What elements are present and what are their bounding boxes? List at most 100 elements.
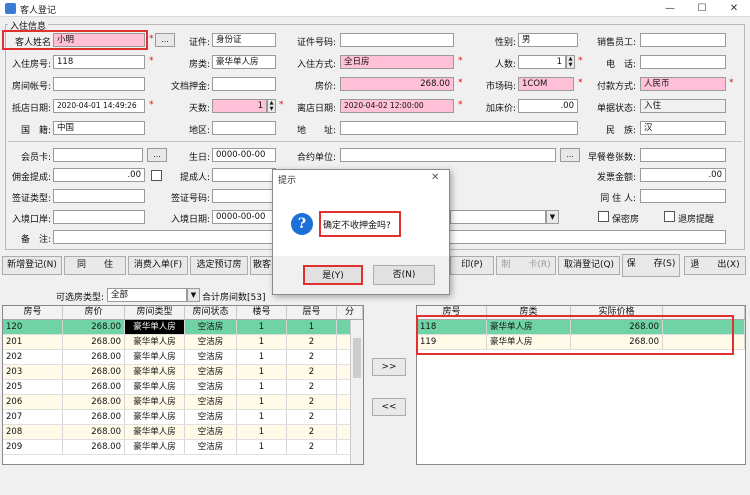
required-mark: *: [729, 78, 734, 88]
entry-port-input[interactable]: [53, 210, 145, 224]
cell-building: 1: [237, 380, 287, 394]
close-button[interactable]: ✕: [718, 1, 750, 16]
id-number-input[interactable]: [340, 33, 454, 47]
table-row[interactable]: 208 268.00 豪华单人房 空洁房 1 2: [3, 425, 363, 440]
col-room-no[interactable]: 房号: [3, 306, 63, 319]
minimize-button[interactable]: —: [654, 1, 686, 16]
consume-button[interactable]: 消费入单(F): [128, 256, 188, 275]
people-spinner[interactable]: ▲ ▼: [566, 55, 575, 69]
contract-unit-input[interactable]: [340, 148, 556, 162]
same-room-button[interactable]: 同 住: [64, 256, 126, 275]
form-divider: [8, 141, 742, 142]
chevron-down-icon[interactable]: ▼: [187, 288, 200, 302]
cell-room-type: 豪华单人房: [125, 380, 185, 394]
combo-input[interactable]: [450, 210, 546, 224]
col-more[interactable]: 分: [337, 306, 363, 319]
move-left-button[interactable]: <<: [372, 398, 406, 416]
id-type-input[interactable]: 身份证: [212, 33, 276, 47]
guest-name-input[interactable]: 小明: [53, 33, 145, 47]
checkin-mode-input[interactable]: 全日房: [340, 55, 454, 69]
maximize-button[interactable]: ☐: [686, 1, 718, 16]
region-input[interactable]: [212, 121, 276, 135]
address-input[interactable]: [340, 121, 578, 135]
room-account-input[interactable]: [53, 77, 145, 91]
phone-label: 电 话:: [605, 60, 636, 70]
contract-lookup-button[interactable]: ...: [560, 148, 580, 162]
days-input[interactable]: 1: [212, 99, 267, 113]
walkin-button[interactable]: 散客: [250, 256, 274, 275]
table-row[interactable]: 205 268.00 豪华单人房 空洁房 1 2: [3, 380, 363, 395]
people-input[interactable]: 1: [518, 55, 566, 69]
new-checkin-button[interactable]: 新增登记(N): [2, 256, 62, 275]
cell-floor: 2: [287, 395, 337, 409]
invoice-input[interactable]: .00: [640, 168, 726, 182]
days-spinner[interactable]: ▲ ▼: [267, 99, 276, 113]
table-row[interactable]: 120 268.00 豪华单人房 空洁房 1 1: [3, 320, 363, 335]
table-row[interactable]: 202 268.00 豪华单人房 空洁房 1 2: [3, 350, 363, 365]
cell-building: 1: [237, 395, 287, 409]
checkout-alert-checkbox[interactable]: [664, 211, 675, 222]
region-label: 地区:: [188, 126, 210, 136]
room-no-input[interactable]: 118: [53, 55, 145, 69]
nationality-input[interactable]: 中国: [53, 121, 145, 135]
room-type-input[interactable]: 豪华单人房: [212, 55, 276, 69]
entry-date-input[interactable]: 0000-00-00: [212, 210, 276, 224]
cell-room-no: 206: [3, 395, 63, 409]
no-button[interactable]: 否(N): [373, 265, 435, 285]
market-code-label: 市场码:: [485, 82, 516, 92]
sales-input[interactable]: [640, 33, 726, 47]
commission-label: 佣金提成:: [11, 173, 51, 183]
selected-rows-highlight: [416, 315, 734, 355]
make-card-button[interactable]: 制 卡(R): [496, 256, 556, 275]
dialog-close-icon[interactable]: ✕: [431, 172, 439, 183]
visa-no-input[interactable]: [212, 189, 276, 203]
deposit-input[interactable]: [212, 77, 276, 91]
save-button[interactable]: 保 存(S): [622, 254, 680, 277]
price-input[interactable]: 268.00: [340, 77, 454, 91]
sales-label: 销售员工:: [596, 38, 636, 48]
move-right-button[interactable]: >>: [372, 358, 406, 376]
cancel-checkin-button[interactable]: 取消登记(Q): [558, 256, 620, 275]
payment-input[interactable]: 人民币: [640, 77, 726, 91]
required-mark: *: [279, 100, 284, 110]
left-grid-scrollbar[interactable]: [350, 320, 363, 464]
select-reserve-button[interactable]: 选定预订房: [190, 256, 248, 275]
col-price[interactable]: 房价: [63, 306, 125, 319]
cell-building: 1: [237, 425, 287, 439]
table-row[interactable]: 207 268.00 豪华单人房 空洁房 1 2: [3, 410, 363, 425]
arrival-input[interactable]: 2020-04-01 14:49:26: [53, 99, 145, 113]
commission-input[interactable]: .00: [53, 168, 145, 182]
breakfast-input[interactable]: [640, 148, 726, 162]
col-building[interactable]: 楼号: [237, 306, 287, 319]
chevron-down-icon[interactable]: ▼: [546, 210, 559, 224]
gender-input[interactable]: 男: [518, 33, 578, 47]
col-room-type[interactable]: 房间类型: [125, 306, 185, 319]
extra-price-input[interactable]: .00: [518, 99, 578, 113]
member-card-input[interactable]: [53, 148, 143, 162]
cell-building: 1: [237, 365, 287, 379]
referrer-input[interactable]: [212, 168, 276, 182]
market-code-input[interactable]: 1COM: [518, 77, 574, 91]
departure-input[interactable]: 2020-04-02 12:00:00: [340, 99, 454, 113]
exit-button[interactable]: 退 出(X): [684, 256, 746, 275]
phone-input[interactable]: [640, 55, 726, 69]
cell-room-status: 空洁房: [185, 320, 237, 334]
birthday-input[interactable]: 0000-00-00: [212, 148, 276, 162]
print-button[interactable]: 印(P): [450, 256, 494, 275]
table-row[interactable]: 203 268.00 豪华单人房 空洁房 1 2: [3, 365, 363, 380]
room-filter-select[interactable]: 全部: [107, 288, 187, 302]
confidential-checkbox[interactable]: [598, 211, 609, 222]
companion-input[interactable]: [640, 189, 726, 203]
yes-button[interactable]: 是(Y): [303, 265, 363, 285]
required-mark: *: [149, 56, 154, 66]
scrollbar-thumb[interactable]: [353, 338, 361, 378]
table-row[interactable]: 201 268.00 豪华单人房 空洁房 1 2: [3, 335, 363, 350]
visa-type-input[interactable]: [53, 189, 145, 203]
table-row[interactable]: 209 268.00 豪华单人房 空洁房 1 2: [3, 440, 363, 455]
ethnicity-input[interactable]: 汉: [640, 121, 726, 135]
col-floor[interactable]: 层号: [287, 306, 337, 319]
col-room-status[interactable]: 房间状态: [185, 306, 237, 319]
table-row[interactable]: 206 268.00 豪华单人房 空洁房 1 2: [3, 395, 363, 410]
guest-lookup-button[interactable]: ...: [155, 33, 175, 47]
required-mark: *: [149, 100, 154, 110]
